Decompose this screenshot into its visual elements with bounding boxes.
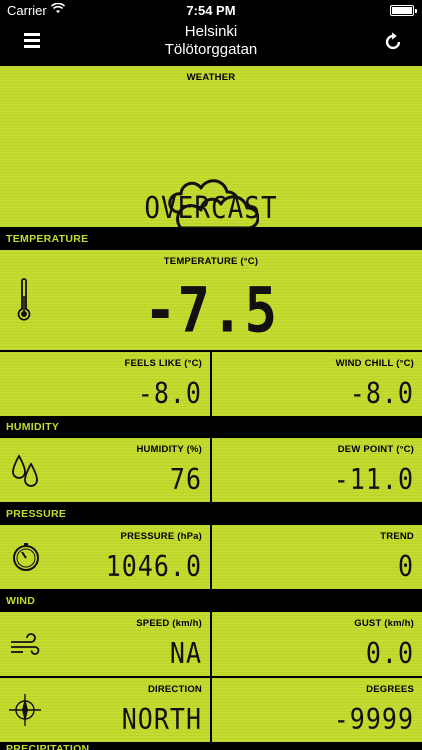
nav-bar: Helsinki Tölötorggatan — [0, 20, 422, 65]
refresh-icon[interactable] — [382, 31, 404, 53]
humidity-value: 76 — [169, 462, 202, 496]
humidity-section-header: HUMIDITY — [0, 416, 422, 438]
wind-chill-value: -8.0 — [349, 376, 414, 410]
humidity-label: HUMIDITY (%) — [136, 444, 202, 455]
wind-direction-card: DIRECTION NORTH — [0, 678, 210, 742]
temperature-value: -7.5 — [143, 274, 279, 347]
temperature-label: TEMPERATURE (°C) — [163, 256, 259, 267]
pressure-card: PRESSURE (hPa) 1046.0 — [0, 525, 210, 589]
dew-point-value: -11.0 — [333, 462, 414, 496]
clock: 7:54 PM — [186, 3, 236, 18]
wind-direction-value: NORTH — [121, 702, 202, 736]
temperature-section-header: TEMPERATURE — [0, 228, 422, 250]
wind-degrees-value: -9999 — [333, 702, 414, 736]
wind-chill-card: WIND CHILL (°C) -8.0 — [212, 352, 422, 416]
trend-value: 0 — [397, 549, 414, 583]
humidity-card: HUMIDITY (%) 76 — [0, 438, 210, 502]
wind-gust-value: 0.0 — [365, 636, 414, 670]
trend-label: TREND — [380, 531, 414, 542]
weather-label: WEATHER — [186, 72, 236, 83]
feels-like-card: FEELS LIKE (°C) -8.0 — [0, 352, 210, 416]
wind-gust-label: GUST (km/h) — [354, 618, 414, 629]
wind-speed-card: SPEED (km/h) NA — [0, 612, 210, 676]
feels-like-value: -8.0 — [137, 376, 202, 410]
pressure-section-header: PRESSURE — [0, 503, 422, 525]
trend-card: TREND 0 — [212, 525, 422, 589]
wind-section-header: WIND — [0, 590, 422, 612]
wind-degrees-card: DEGREES -9999 — [212, 678, 422, 742]
wind-speed-value: NA — [169, 636, 202, 670]
weather-condition: OVERCAST — [144, 191, 278, 227]
wind-chill-label: WIND CHILL (°C) — [335, 358, 414, 369]
dew-point-label: DEW POINT (°C) — [337, 444, 414, 455]
pressure-label: PRESSURE (hPa) — [120, 531, 202, 542]
dew-point-card: DEW POINT (°C) -11.0 — [212, 438, 422, 502]
wind-icon — [11, 633, 40, 655]
wind-direction-label: DIRECTION — [147, 684, 202, 695]
nav-title: Helsinki Tölötorggatan — [80, 23, 342, 59]
weather-card: WEATHER OVERCAST — [0, 66, 422, 230]
city-name: Helsinki — [184, 23, 238, 40]
menu-icon — [24, 33, 40, 36]
wind-gust-card: GUST (km/h) 0.0 — [212, 612, 422, 676]
wind-degrees-label: DEGREES — [366, 684, 414, 695]
battery-icon — [390, 5, 417, 16]
status-bar: Carrier 7:54 PM — [0, 0, 422, 20]
feels-like-label: FEELS LIKE (°C) — [124, 358, 202, 369]
temperature-card: TEMPERATURE (°C) -7.5 — [0, 250, 422, 350]
gauge-icon — [13, 543, 39, 571]
station-name: Tölötorggatan — [164, 41, 258, 58]
precipitation-section-header: PRECIPITATION — [0, 743, 422, 750]
wind-speed-label: SPEED (km/h) — [136, 618, 202, 629]
droplets-icon — [12, 454, 38, 487]
compass-icon — [9, 694, 41, 726]
pressure-value: 1046.0 — [105, 549, 202, 583]
menu-button[interactable] — [24, 33, 40, 49]
